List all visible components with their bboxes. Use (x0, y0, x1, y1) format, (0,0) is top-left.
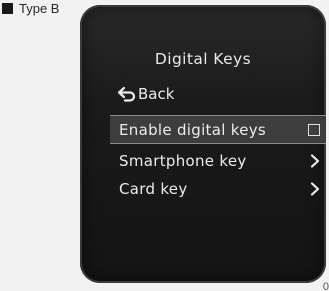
menu-item-label: Enable digital keys (119, 120, 267, 139)
corner-text: 0 (322, 281, 329, 291)
chevron-right-icon (310, 153, 320, 168)
menu-item-label: Card key (119, 179, 188, 198)
back-arrow-icon (117, 86, 136, 102)
type-label-text: Type B (19, 0, 60, 16)
screen-title: Digital Keys (154, 50, 252, 68)
back-button[interactable]: Back (117, 85, 174, 103)
menu-item-smartphone-key[interactable]: Smartphone key (110, 147, 326, 174)
checkbox-icon[interactable] (308, 123, 320, 136)
menu-item-label: Smartphone key (119, 151, 247, 170)
type-label: Type B (2, 0, 59, 16)
back-label: Back (138, 85, 175, 103)
chevron-right-icon (310, 181, 320, 196)
page: Type B Digital Keys Back Enable digital … (0, 0, 329, 291)
display-screen: Digital Keys Back Enable digital keys Sm… (80, 5, 326, 283)
menu-item-card-key[interactable]: Card key (110, 175, 326, 202)
type-square-icon (2, 2, 13, 14)
menu-item-enable-digital-keys[interactable]: Enable digital keys (110, 115, 326, 144)
